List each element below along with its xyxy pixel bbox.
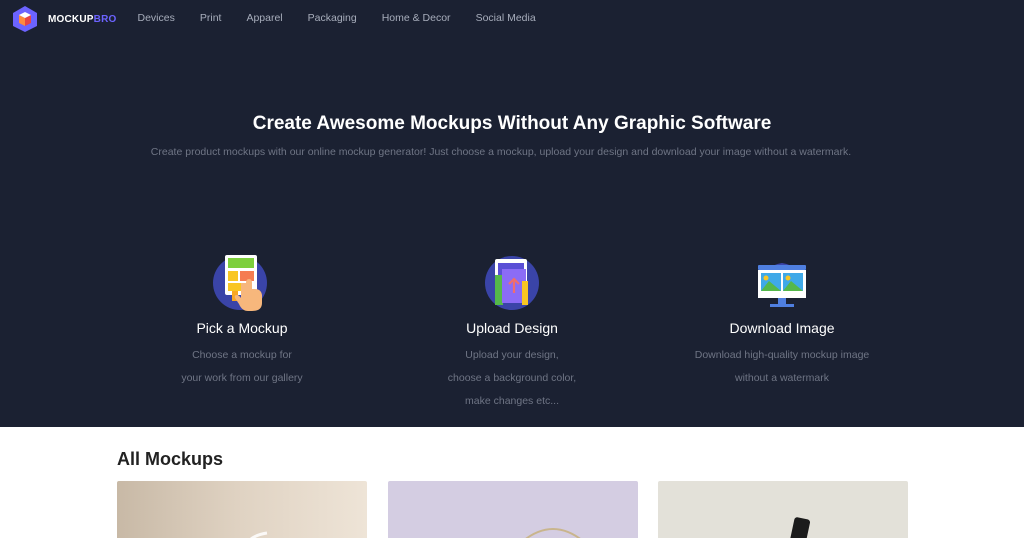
pick-mockup-icon [213, 255, 267, 311]
mockup-card[interactable] [388, 481, 638, 538]
step-download-image: Download Image Download high-quality moc… [662, 253, 902, 390]
step-pick-mockup: Pick a Mockup Choose a mockup for your w… [122, 253, 362, 390]
brand-name: MOCKUPBRO [48, 13, 117, 25]
mockup-thumbnail [658, 481, 908, 538]
nav-item-packaging[interactable]: Packaging [295, 12, 369, 24]
all-mockups-heading: All Mockups [117, 449, 224, 469]
nav-item-apparel[interactable]: Apparel [234, 12, 295, 24]
top-navigation: MOCKUPBRO Devices Print Apparel Packagin… [0, 0, 1024, 36]
step-description: Choose a mockup for your work from our g… [181, 349, 303, 384]
nav-item-devices[interactable]: Devices [125, 12, 187, 24]
nav-menu: Devices Print Apparel Packaging Home & D… [125, 0, 548, 36]
mockup-card[interactable] [658, 481, 908, 538]
hero-subtitle: Create product mockups with our online m… [150, 146, 852, 158]
step-title: Download Image [729, 320, 835, 336]
hero-section: MOCKUPBRO Devices Print Apparel Packagin… [0, 0, 1024, 427]
upload-design-icon [485, 256, 539, 310]
download-image-icon [758, 263, 806, 307]
mockup-card[interactable] [117, 481, 367, 538]
brand-logo[interactable]: MOCKUPBRO [11, 4, 121, 34]
mockupbro-logo-icon [13, 6, 37, 32]
mockup-thumbnail [117, 481, 367, 538]
step-title: Upload Design [466, 320, 558, 336]
mockup-thumbnail [388, 481, 638, 538]
step-upload-design: Upload Design Upload your design, choose… [392, 253, 632, 413]
nav-item-home-decor[interactable]: Home & Decor [369, 12, 463, 24]
hero-title: Create Awesome Mockups Without Any Graph… [252, 113, 772, 134]
step-description: Download high-quality mockup image witho… [694, 349, 870, 384]
step-title: Pick a Mockup [196, 320, 288, 336]
nav-item-social-media[interactable]: Social Media [463, 12, 548, 24]
nav-item-print[interactable]: Print [187, 12, 234, 24]
step-description: Upload your design, choose a background … [447, 349, 577, 407]
